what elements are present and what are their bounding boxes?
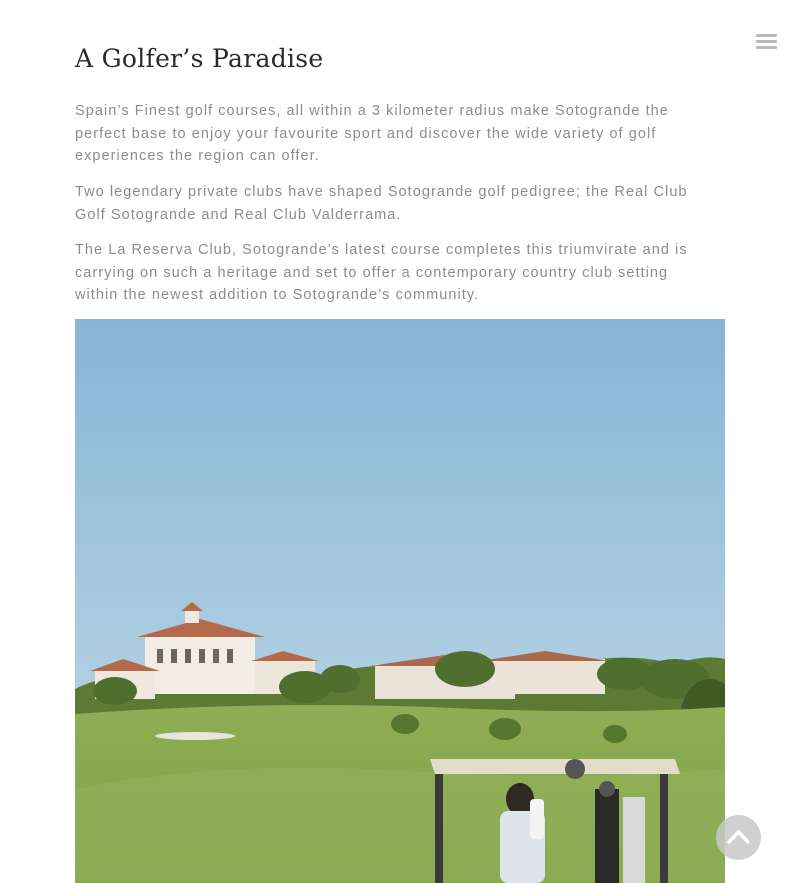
golf-course-photo <box>75 319 725 883</box>
chevron-up-icon <box>727 830 750 844</box>
scroll-to-top-button[interactable] <box>716 815 761 860</box>
la-reserva-paragraph: The La Reserva Club, Sotogrande’s latest… <box>75 242 688 303</box>
intro-paragraph: Spain’s Finest golf courses, all within … <box>75 103 669 164</box>
page-title: A Golfer’s Paradise <box>75 44 324 73</box>
hamburger-menu-icon[interactable] <box>756 34 778 50</box>
clubs-paragraph: Two legendary private clubs have shaped … <box>75 184 688 223</box>
